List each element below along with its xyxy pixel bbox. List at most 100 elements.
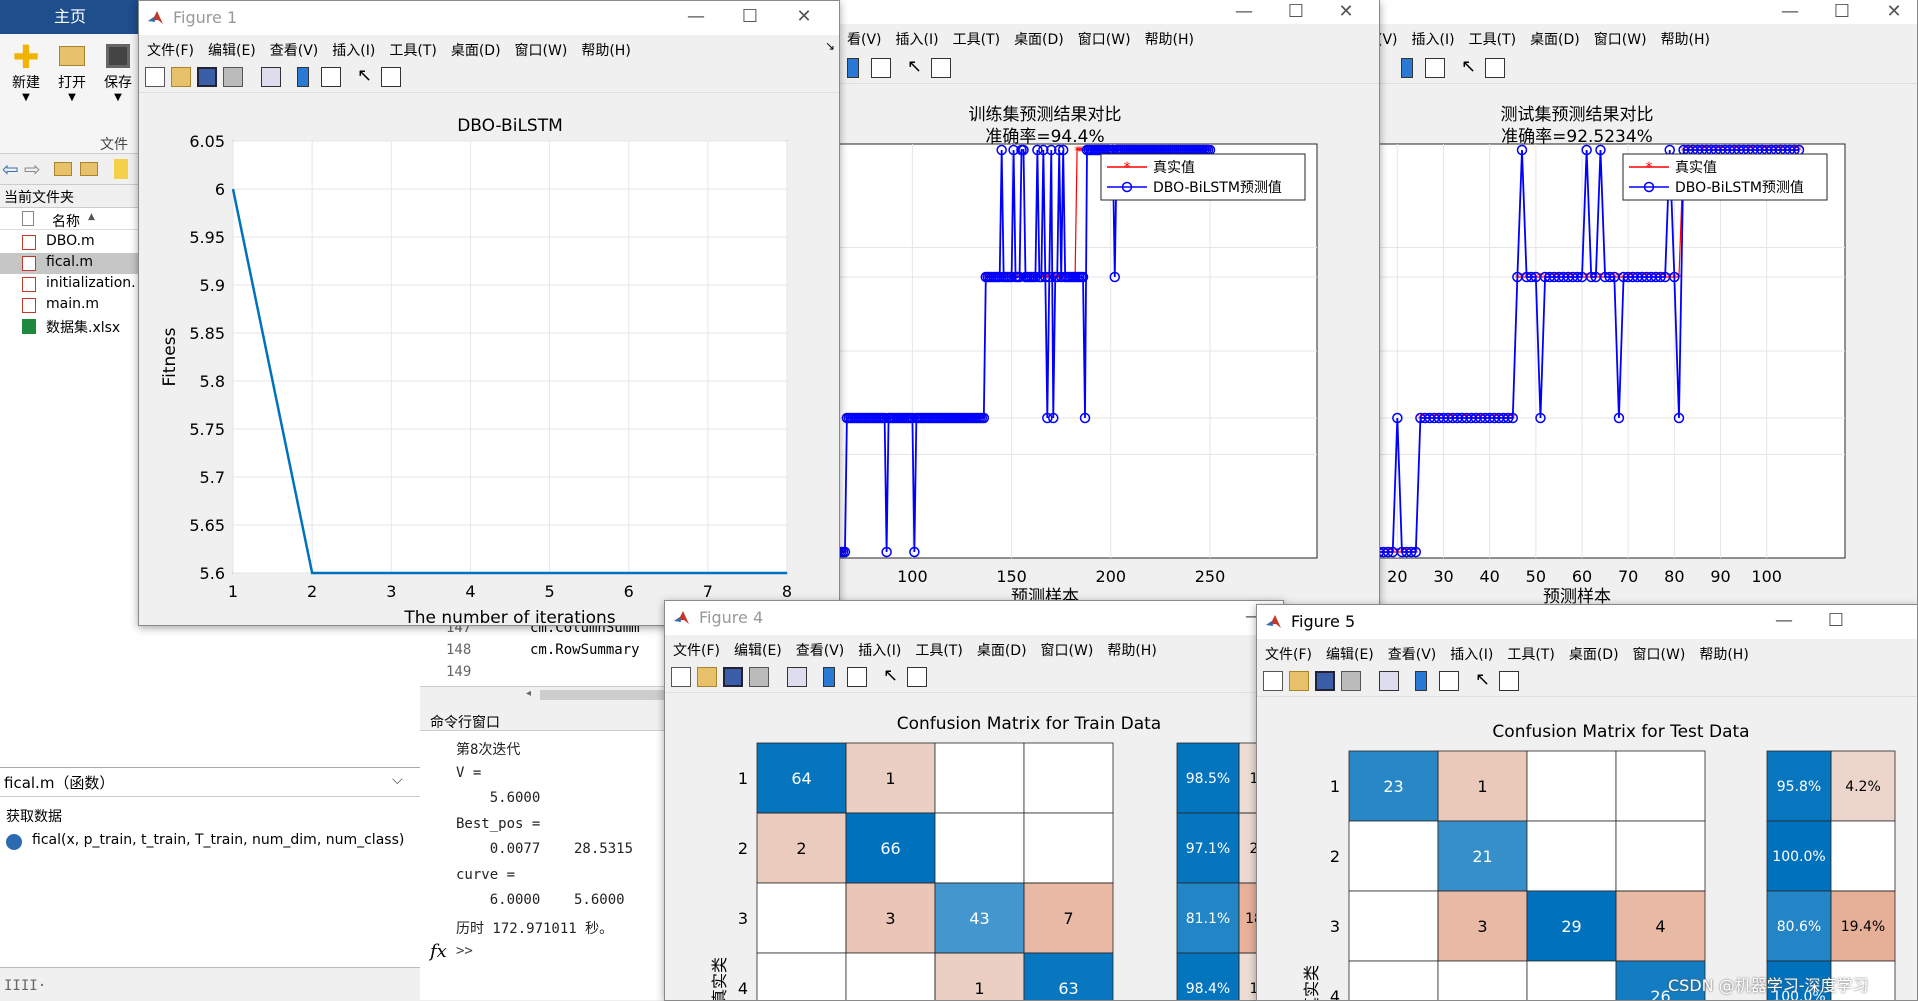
pointer-icon[interactable]: ↖ [883, 667, 903, 687]
colorbar-icon[interactable] [847, 58, 859, 78]
figure-1-titlebar[interactable]: Figure 1 — ☐ ✕ [139, 1, 839, 35]
menu-item-1[interactable]: 插入(I) [1404, 24, 1461, 49]
menu-item-0[interactable]: 文件(F) [1257, 639, 1318, 664]
open-file-icon[interactable] [697, 667, 717, 687]
file-list-item[interactable]: fical.m [0, 253, 138, 274]
figure-2-window[interactable]: — ☐ ✕ 看(V) 插入(I) 工具(T) 桌面(D) 窗口(W) 帮助(H) ↖ 10… [820, 0, 1380, 620]
back-arrow-icon[interactable]: ⇦ [2, 157, 19, 181]
colorbar-icon[interactable] [1401, 58, 1413, 78]
maximize-button[interactable]: ☐ [1813, 605, 1859, 639]
menu-item-3[interactable]: 桌面(D) [1522, 24, 1586, 49]
new-script-button[interactable]: ✚ 新建 ▼ [6, 41, 46, 103]
menu-item-7[interactable]: 帮助(H) [1099, 635, 1162, 660]
file-list-item[interactable]: 数据集.xlsx [0, 316, 138, 337]
up-folder-icon[interactable] [54, 162, 72, 176]
menu-item-3[interactable]: 插入(I) [850, 635, 907, 660]
new-figure-icon[interactable] [1263, 671, 1283, 691]
chevron-down-icon[interactable]: ⌵ [392, 772, 403, 788]
menu-item-3[interactable]: 桌面(D) [1006, 24, 1070, 49]
colorbar-icon[interactable] [1415, 671, 1427, 691]
property-inspector-icon[interactable] [381, 67, 401, 87]
save-icon[interactable] [723, 667, 743, 687]
menu-item-2[interactable]: 查看(V) [788, 635, 851, 660]
menu-item-5[interactable]: 帮助(H) [1137, 24, 1200, 49]
property-inspector-icon[interactable] [931, 58, 951, 78]
property-inspector-icon[interactable] [1485, 58, 1505, 78]
menu-item-2[interactable]: 查看(V) [262, 35, 325, 60]
file-list-item[interactable]: DBO.m [0, 232, 138, 253]
legend-icon[interactable] [321, 67, 341, 87]
save-button[interactable]: 保存 ▼ [98, 44, 138, 103]
menu-item-4[interactable]: 工具(T) [1499, 639, 1560, 664]
link-plot-icon[interactable] [787, 667, 807, 687]
open-file-icon[interactable] [1289, 671, 1309, 691]
legend-icon[interactable] [1425, 58, 1445, 78]
menu-item-0[interactable]: 文件(F) [139, 35, 200, 60]
menu-item-1[interactable]: 编辑(E) [1318, 639, 1380, 664]
menu-item-5[interactable]: 桌面(D) [443, 35, 507, 60]
menu-item-1[interactable]: 编辑(E) [200, 35, 262, 60]
link-plot-icon[interactable] [261, 67, 281, 87]
fx-icon[interactable]: fx [430, 941, 447, 962]
figure-5-window[interactable]: Figure 5 — ☐ 文件(F) 编辑(E) 查看(V) 插入(I) 工具(T) 桌面… [1256, 604, 1918, 1001]
legend-icon[interactable] [1439, 671, 1459, 691]
file-list-item[interactable]: main.m [0, 295, 138, 316]
open-file-icon[interactable] [171, 67, 191, 87]
menu-item-0[interactable]: 文件(F) [665, 635, 726, 660]
figure-3-window[interactable]: — ☐ ✕ 看(V) 插入(I) 工具(T) 桌面(D) 窗口(W) 帮助(H) ↖ 20… [1350, 0, 1918, 620]
menu-item-1[interactable]: 插入(I) [888, 24, 945, 49]
colorbar-icon[interactable] [823, 667, 835, 687]
menu-item-6[interactable]: 窗口(W) [1033, 635, 1100, 660]
menu-item-1[interactable]: 编辑(E) [726, 635, 788, 660]
scroll-thumb[interactable] [540, 690, 668, 700]
menu-item-7[interactable]: 帮助(H) [573, 35, 636, 60]
menu-item-7[interactable]: 帮助(H) [1691, 639, 1754, 664]
forward-arrow-icon[interactable]: ⇨ [24, 157, 41, 181]
colorbar-icon[interactable] [297, 67, 309, 87]
menu-item-5[interactable]: 桌面(D) [1561, 639, 1625, 664]
menu-item-0[interactable]: 看(V) [839, 24, 888, 49]
property-inspector-icon[interactable] [1499, 671, 1519, 691]
print-icon[interactable] [223, 67, 243, 87]
menu-item-2[interactable]: 工具(T) [1461, 24, 1522, 49]
pointer-icon[interactable]: ↖ [907, 58, 927, 78]
command-prompt[interactable]: >> [456, 943, 473, 959]
new-figure-icon[interactable] [145, 67, 165, 87]
figure-4-titlebar[interactable]: Figure 4 — [665, 601, 1283, 635]
file-list-item[interactable]: initialization. [0, 274, 138, 295]
legend-icon[interactable] [871, 58, 891, 78]
menu-item-3[interactable]: 插入(I) [1442, 639, 1499, 664]
menu-item-5[interactable]: 帮助(H) [1653, 24, 1716, 49]
minimize-button[interactable]: — [1761, 605, 1807, 639]
menu-item-5[interactable]: 桌面(D) [969, 635, 1033, 660]
save-icon[interactable] [1315, 671, 1335, 691]
menu-item-6[interactable]: 窗口(W) [1625, 639, 1692, 664]
menu-item-4[interactable]: 窗口(W) [1070, 24, 1137, 49]
pointer-icon[interactable]: ↖ [1475, 671, 1495, 691]
scroll-left-icon[interactable]: ◂ [526, 688, 531, 699]
menu-item-2[interactable]: 查看(V) [1380, 639, 1443, 664]
pointer-icon[interactable]: ↖ [1461, 58, 1481, 78]
close-button[interactable]: ✕ [781, 1, 827, 35]
menu-item-4[interactable]: 窗口(W) [1586, 24, 1653, 49]
menu-item-3[interactable]: 插入(I) [324, 35, 381, 60]
pointer-icon[interactable]: ↖ [357, 67, 377, 87]
link-plot-icon[interactable] [1379, 671, 1399, 691]
new-figure-icon[interactable] [671, 667, 691, 687]
figure-1-window[interactable]: Figure 1 — ☐ ✕ 文件(F) 编辑(E) 查看(V) 插入(I) 工具(T)… [138, 0, 840, 626]
print-icon[interactable] [749, 667, 769, 687]
browse-folder-icon[interactable] [80, 162, 98, 176]
legend-icon[interactable] [847, 667, 867, 687]
print-icon[interactable] [1341, 671, 1361, 691]
menu-item-4[interactable]: 工具(T) [381, 35, 442, 60]
function-signature[interactable]: fical(x, p_train, t_train, T_train, num_… [32, 832, 404, 848]
open-button[interactable]: 打开 ▼ [52, 44, 92, 103]
details-title[interactable]: fical.m（函数） [4, 772, 114, 793]
figure-5-titlebar[interactable]: Figure 5 — ☐ [1257, 605, 1917, 639]
dock-arrow-icon[interactable]: ↘ [825, 39, 835, 53]
minimize-button[interactable]: — [673, 1, 719, 35]
property-inspector-icon[interactable] [907, 667, 927, 687]
command-window[interactable]: 第8次迭代 V = 5.6000 Best_pos = 0.0077 28.5315… [420, 730, 670, 1000]
maximize-button[interactable]: ☐ [727, 1, 773, 35]
editor-scrollbar[interactable]: ◂ [420, 686, 670, 702]
